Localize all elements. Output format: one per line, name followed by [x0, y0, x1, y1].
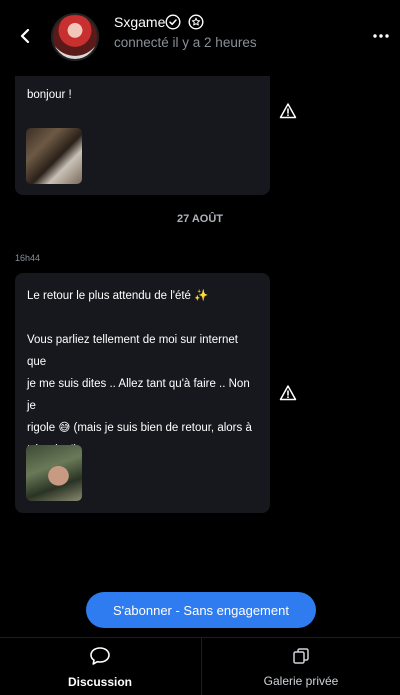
- date-separator: 27 AOÛT: [176, 213, 224, 225]
- message-text: bonjour !: [27, 89, 72, 101]
- message-line: Le retour le plus attendu de l'été ✨: [27, 290, 209, 302]
- more-options-icon[interactable]: [372, 27, 390, 45]
- message-bubble: Le retour le plus attendu de l'été ✨ Vou…: [15, 273, 270, 513]
- tab-label: Discussion: [67, 674, 133, 689]
- chat-bubble-icon: [89, 646, 111, 671]
- message-line: rigole 😅 (mais je suis bien de retour, a…: [27, 422, 252, 434]
- star-badge-icon: [188, 14, 204, 30]
- tab-label: Galerie privée: [263, 673, 339, 688]
- tab-discussion[interactable]: Discussion: [0, 638, 200, 695]
- message-line: je me suis dites .. Allez tant qu'à fair…: [27, 378, 250, 412]
- message-bubble: bonjour !: [15, 76, 270, 195]
- message-line-blank: [27, 307, 260, 329]
- back-arrow-icon[interactable]: [16, 26, 36, 46]
- message-image[interactable]: [26, 445, 82, 501]
- subscribe-button[interactable]: S'abonner - Sans engagement: [86, 592, 316, 628]
- report-warning-icon[interactable]: [279, 102, 297, 120]
- report-warning-icon[interactable]: [279, 384, 297, 402]
- verified-badge-icon: [165, 14, 181, 30]
- message-line: Vous parliez tellement de moi sur intern…: [27, 334, 238, 368]
- message-image[interactable]: [26, 128, 82, 184]
- bottom-tab-bar: Discussion Galerie privée: [0, 637, 400, 695]
- gallery-icon: [292, 647, 310, 670]
- contact-name[interactable]: Sxgame: [114, 14, 165, 30]
- tab-private-gallery[interactable]: Galerie privée: [201, 638, 400, 695]
- online-status: connecté il y a 2 heures: [114, 35, 257, 50]
- message-time: 16h44: [15, 253, 41, 263]
- chat-header: Sxgame connecté il y a 2 heures: [0, 0, 400, 76]
- avatar[interactable]: [51, 13, 99, 61]
- message-text: Le retour le plus attendu de l'été ✨ Vou…: [27, 285, 260, 461]
